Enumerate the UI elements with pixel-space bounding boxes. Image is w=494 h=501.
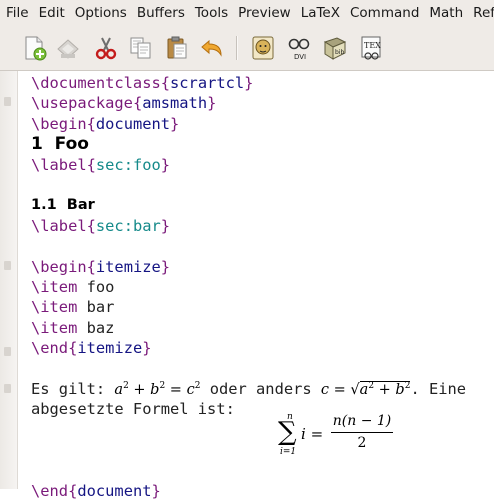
bib-label: bib — [335, 49, 344, 56]
menu-preview[interactable]: Preview — [233, 0, 296, 26]
latex-command: \begin — [31, 114, 87, 133]
cut-button[interactable] — [93, 35, 119, 61]
paragraph-line: Es gilt: a2 + b2 = c2 oder anders c = √a… — [31, 379, 494, 399]
paste-icon — [167, 36, 187, 59]
menu-ref[interactable]: Ref — [468, 0, 494, 26]
toolbar: DVI bib TEX — [0, 26, 494, 71]
latex-argument: itemize — [77, 339, 143, 358]
sum-sign: ∑ — [278, 417, 297, 447]
copy-button[interactable] — [128, 35, 154, 61]
dvi-label: DVI — [294, 53, 306, 61]
latex-command: \label — [31, 216, 87, 235]
label-key: sec:foo — [95, 155, 161, 174]
menu-bar: File Edit Options Buffers Tools Preview … — [0, 0, 494, 26]
latex-command: \usepackage — [31, 94, 133, 113]
list-item: \item foo — [31, 277, 494, 297]
tex-label: TEX — [364, 41, 381, 50]
source-text[interactable]: \documentclass{scrartcl} \usepackage{ams… — [31, 73, 494, 501]
fraction-bar — [331, 432, 393, 433]
sum-variable: i = — [301, 425, 324, 443]
source-line: \label{sec:bar} — [31, 216, 171, 235]
sum-lower-limit: i=1 — [280, 447, 297, 457]
tex-document-icon: TEX — [361, 36, 381, 60]
fraction: n(n − 1) 2 — [331, 412, 393, 453]
latex-command: \label — [31, 155, 87, 174]
latex-lion-icon — [252, 36, 274, 60]
gutter-marker — [4, 97, 11, 106]
paragraph-text: . Eine — [410, 379, 467, 398]
latex-argument: scrartcl — [170, 74, 245, 92]
latex-argument: itemize — [95, 257, 161, 276]
paragraph-text: oder anders — [200, 379, 321, 398]
new-document-icon — [25, 36, 47, 61]
save-button[interactable] — [55, 35, 81, 61]
list-item: \item baz — [31, 318, 494, 338]
latex-command: \begin — [31, 257, 87, 276]
menu-file[interactable]: File — [0, 0, 34, 26]
fraction-denominator: 2 — [357, 435, 367, 451]
editor-area[interactable]: \documentclass{scrartcl} \usepackage{ams… — [0, 71, 494, 500]
inline-formula: c = √a2 + b2 — [320, 380, 411, 398]
bibtex-button[interactable]: bib — [322, 35, 348, 61]
menu-math[interactable]: Math — [424, 0, 468, 26]
subsection-heading: 1.1 Bar — [31, 197, 95, 214]
source-line: \end{itemize} — [31, 339, 152, 358]
latex-command: \item — [31, 277, 78, 296]
gutter-marker — [4, 384, 11, 393]
paste-button[interactable] — [164, 35, 190, 61]
source-line: \begin{document} — [31, 114, 180, 133]
dvi-view-button[interactable]: DVI — [286, 35, 312, 61]
latex-command: \item — [31, 318, 78, 337]
source-line: \usepackage{amsmath} — [31, 94, 217, 113]
item-text: baz — [86, 318, 115, 337]
menu-options[interactable]: Options — [70, 0, 132, 26]
editor-gutter — [0, 71, 18, 489]
label-key: sec:bar — [95, 216, 161, 235]
menu-edit[interactable]: Edit — [34, 0, 70, 26]
fraction-numerator: n(n − 1) — [332, 413, 392, 429]
source-line: \begin{itemize} — [31, 257, 171, 276]
tex-view-button[interactable]: TEX — [358, 35, 384, 61]
undo-button[interactable] — [199, 35, 225, 61]
item-text: bar — [86, 298, 115, 317]
source-line: \end{document} — [31, 481, 161, 500]
section-heading: 1 Foo — [31, 134, 89, 155]
item-text: foo — [86, 277, 115, 296]
cut-scissors-icon — [95, 37, 117, 60]
latex-argument: amsmath — [142, 94, 208, 113]
save-disk-icon — [57, 39, 79, 59]
latex-command: \end — [31, 481, 69, 500]
copy-icon — [130, 37, 151, 59]
menu-buffers[interactable]: Buffers — [132, 0, 190, 26]
source-line: \documentclass{scrartcl} — [31, 74, 254, 92]
list-item: \item bar — [31, 297, 494, 317]
gutter-marker — [4, 347, 11, 356]
latex-command: \documentclass — [31, 74, 161, 92]
menu-command[interactable]: Command — [345, 0, 424, 26]
new-document-button[interactable] — [21, 35, 47, 61]
latex-command: \item — [31, 298, 78, 317]
latex-argument: document — [95, 114, 171, 133]
display-formula: n ∑ i=1 i = n(n − 1) 2 — [278, 412, 403, 460]
paragraph-line: abgesetzte Formel ist: — [31, 400, 235, 419]
latex-argument: document — [77, 481, 152, 500]
dvi-viewer-icon: DVI — [288, 38, 310, 61]
paragraph-text: Es gilt: — [31, 379, 115, 398]
gutter-marker — [4, 261, 11, 270]
inline-formula: a2 + b2 = c2 — [114, 380, 201, 398]
latex-compile-button[interactable] — [250, 35, 276, 61]
menu-tools[interactable]: Tools — [190, 0, 233, 26]
toolbar-separator — [236, 36, 238, 60]
bibtex-icon: bib — [323, 37, 347, 60]
undo-arrow-icon — [201, 39, 222, 57]
latex-command: \end — [31, 339, 69, 358]
source-line: \label{sec:foo} — [31, 155, 171, 174]
menu-latex[interactable]: LaTeX — [296, 0, 345, 26]
